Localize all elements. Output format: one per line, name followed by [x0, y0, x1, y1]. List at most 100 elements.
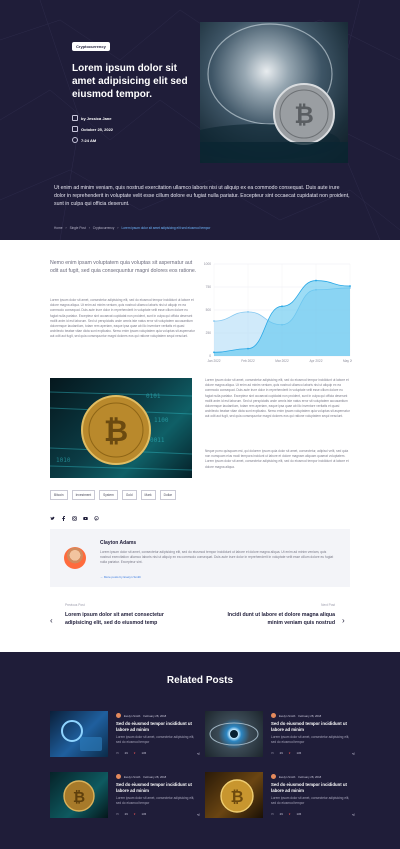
related-author-name[interactable]: Evelyn Smith [124, 714, 140, 718]
share-icon[interactable]: ⋖ [197, 751, 200, 756]
related-author-name[interactable]: Evelyn Smith [279, 714, 295, 718]
breadcrumb-current: Lorem ipsum dolor sit amet adipisicing e… [121, 226, 211, 230]
breadcrumb-separator-icon: › [88, 226, 90, 230]
svg-text:1010: 1010 [56, 457, 71, 464]
svg-text:₿: ₿ [104, 414, 128, 449]
breadcrumb-single[interactable]: Single Post [70, 226, 86, 230]
comment-count: 29 [279, 812, 283, 816]
y-tick-label: 250 [206, 331, 212, 335]
related-author: Evelyn Smith February 28, 2018 [271, 713, 321, 718]
post-title: Lorem ipsum dolor sit amet adipisicing e… [72, 63, 188, 100]
share-icon[interactable]: ⋖ [352, 812, 355, 817]
tag-list: Bitcoin Investment System Gold Mark Doll… [50, 490, 176, 500]
tag-gold[interactable]: Gold [121, 490, 137, 500]
related-card[interactable]: Evelyn Smith February 28, 2018 Sed do eiu… [205, 711, 355, 763]
related-thumb-phone[interactable] [50, 711, 108, 757]
svg-text:1100: 1100 [154, 417, 169, 424]
tag-mark[interactable]: Mark [140, 490, 156, 500]
hero-section: Cryptocurrency Lorem ipsum dolor sit ame… [0, 0, 400, 240]
heart-icon[interactable]: ♥ [134, 751, 136, 755]
related-stats: ▭ 29 ♥ 136 [116, 751, 146, 755]
next-post-link[interactable]: Incidi dunt ut labore et dolore magna al… [225, 612, 335, 627]
previous-post-link[interactable]: Lorem ipsum dolor sit amet consectetur a… [65, 612, 177, 627]
avatar [116, 774, 121, 779]
breadcrumb-category[interactable]: Cryptocurrency [93, 226, 115, 230]
chevron-right-icon[interactable]: › [342, 616, 345, 625]
hero-image-bitcoin-jar: ₿ [200, 22, 348, 163]
related-posts-section: Related Posts Evelyn Smith February 28, 2… [0, 652, 400, 849]
youtube-icon[interactable] [83, 508, 88, 520]
author-box-name[interactable]: Clayton Adams [100, 540, 136, 546]
breadcrumb-separator-icon: › [65, 226, 67, 230]
comment-count: 29 [279, 751, 283, 755]
comment-icon: ▭ [271, 812, 274, 816]
related-date: February 28, 2018 [298, 713, 322, 718]
svg-text:₿: ₿ [294, 101, 314, 129]
instagram-icon[interactable] [72, 508, 77, 521]
avatar[interactable] [64, 547, 86, 569]
related-date: February 28, 2018 [143, 774, 167, 779]
tag-investment[interactable]: Investment [71, 490, 96, 500]
svg-text:₿: ₿ [230, 787, 243, 806]
svg-text:0011: 0011 [150, 437, 165, 444]
share-icon[interactable]: ⋖ [352, 751, 355, 756]
breadcrumb: Home › Single Post › Cryptocurrency › Lo… [54, 226, 210, 230]
data-point [349, 285, 351, 287]
calendar-icon [72, 126, 78, 132]
tag-bitcoin[interactable]: Bitcoin [50, 490, 68, 500]
x-tick-label: Mar 2022 [275, 359, 289, 363]
related-card[interactable]: Evelyn Smith February 28, 2018 Sed do eiu… [50, 711, 200, 763]
x-tick-label: Apr 2022 [310, 359, 323, 363]
related-thumb-bitcoin-gold[interactable]: ₿ [205, 772, 263, 818]
comment-icon: ▭ [271, 751, 274, 755]
post-author: by Jessica Jane [72, 115, 111, 121]
article-paragraph-1: Lorem ipsum dolor sit amet, consectetur … [50, 298, 195, 339]
category-badge[interactable]: Cryptocurrency [72, 42, 110, 51]
post-date: October 25, 2022 [72, 126, 113, 132]
chevron-left-icon[interactable]: ‹ [50, 616, 53, 625]
heart-icon[interactable]: ♥ [289, 751, 291, 755]
author-name[interactable]: by Jessica Jane [81, 116, 111, 121]
y-tick-label: 1000 [204, 262, 211, 266]
article-paragraph-2: Lorem ipsum dolor sit amet, consectetur … [205, 378, 350, 419]
related-card[interactable]: ₿ Evelyn Smith February 28, 2018 Sed do e… [50, 772, 200, 824]
related-date: February 28, 2018 [143, 713, 167, 718]
like-count: 136 [141, 751, 147, 755]
related-thumb-eye[interactable] [205, 711, 263, 757]
related-posts-heading: Related Posts [166, 675, 234, 686]
author-box-bio: Lorem ipsum dolor sit amet, consectetur … [100, 550, 334, 565]
related-title[interactable]: Sed do eiusmod tempor incididunt ut labo… [271, 782, 355, 794]
avatar [116, 713, 121, 718]
share-icon[interactable]: ⋖ [197, 812, 200, 817]
heart-icon[interactable]: ♥ [134, 812, 136, 816]
clock-icon [72, 137, 78, 143]
related-title[interactable]: Sed do eiusmod tempor incididunt ut labo… [271, 721, 355, 733]
tag-dollar[interactable]: Dollar [159, 490, 176, 500]
comment-count: 29 [124, 751, 128, 755]
x-tick-label: Feb 2022 [241, 359, 255, 363]
heart-icon[interactable]: ♥ [289, 812, 291, 816]
pinterest-icon[interactable] [94, 508, 99, 521]
related-card[interactable]: ₿ Evelyn Smith February 28, 2018 Sed do e… [205, 772, 355, 824]
related-thumb-bitcoin-teal[interactable]: ₿ [50, 772, 108, 818]
twitter-icon[interactable] [50, 508, 55, 520]
related-author-name[interactable]: Evelyn Smith [279, 775, 295, 779]
like-count: 136 [296, 812, 302, 816]
single-post-page: Cryptocurrency Lorem ipsum dolor sit ame… [0, 0, 400, 849]
breadcrumb-home[interactable]: Home [54, 226, 63, 230]
previous-post-label: Previous Post [65, 603, 85, 607]
tag-system[interactable]: System [99, 490, 118, 500]
time-text: 7:24 AM [81, 137, 97, 143]
related-title[interactable]: Sed do eiusmod tempor incididunt ut labo… [116, 721, 200, 733]
related-title[interactable]: Sed do eiusmod tempor incididunt ut labo… [116, 782, 200, 794]
svg-text:0101: 0101 [146, 393, 161, 400]
breadcrumb-separator-icon: › [117, 226, 119, 230]
facebook-icon[interactable] [61, 508, 66, 521]
article-intro: Nemo enim ipsam voluptatem quia voluptas… [50, 260, 197, 274]
data-point [213, 351, 215, 354]
author-box: Clayton Adams Lorem ipsum dolor sit amet… [50, 529, 350, 587]
related-author-name[interactable]: Evelyn Smith [124, 775, 140, 779]
social-share [50, 508, 99, 521]
more-posts-link[interactable]: → More posts by Evelyn Smith [100, 575, 141, 579]
data-point [247, 347, 249, 350]
